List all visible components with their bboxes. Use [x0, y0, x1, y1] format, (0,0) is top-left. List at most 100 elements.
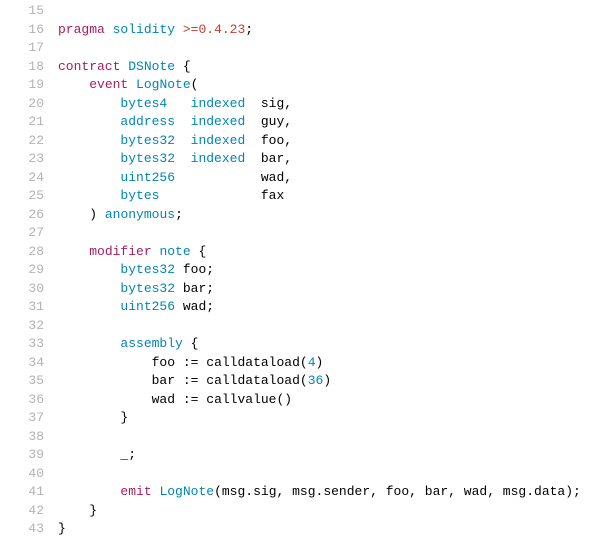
code-token: [58, 447, 120, 462]
code-line[interactable]: [58, 2, 600, 21]
code-token: [58, 151, 120, 166]
code-line[interactable]: [58, 39, 600, 58]
code-line[interactable]: [58, 224, 600, 243]
code-line[interactable]: }: [58, 520, 600, 539]
code-line[interactable]: [58, 465, 600, 484]
code-line[interactable]: pragma solidity >=0.4.23;: [58, 21, 600, 40]
code-token: solidity: [113, 22, 175, 37]
code-line[interactable]: [58, 317, 600, 336]
code-line[interactable]: foo := calldataload(4): [58, 354, 600, 373]
code-line[interactable]: bytes fax: [58, 187, 600, 206]
code-token: ,: [409, 484, 425, 499]
code-token: [58, 355, 152, 370]
code-token: indexed: [191, 151, 246, 166]
code-line[interactable]: assembly {: [58, 335, 600, 354]
line-number: 42: [0, 502, 44, 521]
code-token: ;: [206, 262, 214, 277]
code-token: [58, 133, 120, 148]
code-token: {: [198, 244, 206, 259]
code-token: [175, 170, 261, 185]
code-token: [175, 373, 183, 388]
code-line[interactable]: uint256 wad,: [58, 169, 600, 188]
code-line[interactable]: ) anonymous;: [58, 206, 600, 225]
line-number: 39: [0, 446, 44, 465]
code-line[interactable]: bytes32 indexed foo,: [58, 132, 600, 151]
code-line[interactable]: }: [58, 502, 600, 521]
code-line[interactable]: [58, 428, 600, 447]
code-token: pragma: [58, 22, 105, 37]
code-token: [128, 77, 136, 92]
line-number-gutter: 1516171819202122232425262728293031323334…: [0, 2, 58, 539]
line-number: 22: [0, 132, 44, 151]
code-token: [159, 188, 260, 203]
code-line[interactable]: contract DSNote {: [58, 58, 600, 77]
code-token: indexed: [191, 133, 246, 148]
code-token: ,: [284, 170, 292, 185]
code-line[interactable]: event LogNote(: [58, 76, 600, 95]
code-token: [58, 262, 120, 277]
code-token: [245, 114, 261, 129]
line-number: 38: [0, 428, 44, 447]
code-token: ,: [277, 484, 293, 499]
code-token: bytes32: [120, 281, 175, 296]
line-number: 23: [0, 150, 44, 169]
code-token: [245, 151, 261, 166]
line-number: 21: [0, 113, 44, 132]
line-number: 17: [0, 39, 44, 58]
code-token: [58, 77, 89, 92]
code-line[interactable]: bytes32 bar;: [58, 280, 600, 299]
code-token: bytes32: [120, 262, 175, 277]
line-number: 27: [0, 224, 44, 243]
code-token: (: [300, 373, 308, 388]
code-line[interactable]: uint256 wad;: [58, 298, 600, 317]
line-number: 43: [0, 520, 44, 539]
code-line[interactable]: modifier note {: [58, 243, 600, 262]
code-token: DSNote: [128, 59, 175, 74]
code-token: assembly: [120, 336, 182, 351]
code-token: calldataload: [206, 355, 300, 370]
line-number: 35: [0, 372, 44, 391]
code-token: sender: [323, 484, 370, 499]
code-token: [175, 59, 183, 74]
code-token: bytes: [120, 188, 159, 203]
code-token: [58, 373, 152, 388]
code-token: indexed: [191, 96, 246, 111]
code-line[interactable]: }: [58, 409, 600, 428]
code-token: wad: [152, 392, 175, 407]
code-token: ,: [487, 484, 503, 499]
code-token: [175, 262, 183, 277]
line-number: 24: [0, 169, 44, 188]
code-token: bar: [152, 373, 175, 388]
code-line[interactable]: emit LogNote(msg.sig, msg.sender, foo, b…: [58, 483, 600, 502]
code-line[interactable]: address indexed guy,: [58, 113, 600, 132]
code-token: bar: [183, 281, 206, 296]
code-token: bytes32: [120, 151, 175, 166]
code-token: indexed: [191, 114, 246, 129]
code-token: [175, 355, 183, 370]
code-line[interactable]: bar := calldataload(36): [58, 372, 600, 391]
line-number: 26: [0, 206, 44, 225]
code-token: ): [316, 355, 324, 370]
code-token: LogNote: [159, 484, 214, 499]
code-token: [58, 207, 89, 222]
line-number: 30: [0, 280, 44, 299]
code-token: sig: [261, 96, 284, 111]
code-token: bytes32: [120, 133, 175, 148]
line-number: 16: [0, 21, 44, 40]
code-line[interactable]: bytes32 foo;: [58, 261, 600, 280]
code-token: [175, 392, 183, 407]
code-token: [97, 207, 105, 222]
code-token: ): [323, 373, 331, 388]
line-number: 34: [0, 354, 44, 373]
code-line[interactable]: _;: [58, 446, 600, 465]
code-token: bytes4: [120, 96, 167, 111]
code-area[interactable]: pragma solidity >=0.4.23; contract DSNote…: [58, 2, 600, 539]
code-token: ): [89, 207, 97, 222]
code-token: [167, 96, 190, 111]
code-line[interactable]: wad := callvalue(): [58, 391, 600, 410]
code-line[interactable]: bytes4 indexed sig,: [58, 95, 600, 114]
code-token: );: [565, 484, 581, 499]
code-token: address: [120, 114, 175, 129]
code-token: [58, 114, 120, 129]
code-line[interactable]: bytes32 indexed bar,: [58, 150, 600, 169]
